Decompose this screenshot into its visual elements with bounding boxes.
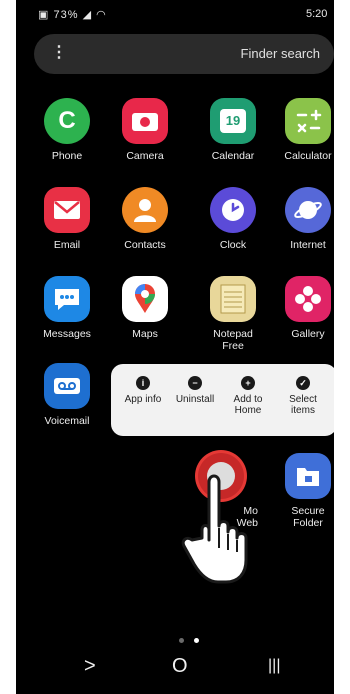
app-label: Calculator <box>284 150 332 162</box>
uninstall-icon: − <box>188 376 202 390</box>
navigation-bar: > O ||| <box>16 652 334 680</box>
app-info-icon: i <box>136 376 150 390</box>
battery-text: 73% <box>53 9 79 21</box>
app-contacts[interactable]: Contacts <box>108 187 182 251</box>
recents-button[interactable]: ||| <box>268 652 280 680</box>
app-label: Contacts <box>124 239 166 251</box>
app-notepad-free[interactable]: Notepad Free <box>196 276 270 352</box>
calculator-icon <box>285 98 331 144</box>
camera-icon <box>122 98 168 144</box>
app-gallery[interactable]: Gallery <box>271 276 334 340</box>
page-dot[interactable] <box>179 638 184 643</box>
wifi-icon: ◠ <box>96 9 107 21</box>
app-phone[interactable]: C Phone <box>30 98 104 162</box>
more-options-icon[interactable]: ⋮ <box>51 44 67 62</box>
app-secure-folder[interactable]: Secure Folder <box>271 453 334 529</box>
lock-icon: ▣ <box>38 9 50 21</box>
phone-screen: ▣ 73% ◢ ◠ 5:20 ⋮ Finder search Calculato… <box>16 0 334 694</box>
menu-option-label: Add to Home <box>233 394 263 416</box>
add-home-icon: + <box>241 376 255 390</box>
gallery-icon <box>285 276 331 322</box>
app-label: Internet <box>290 239 326 251</box>
app-camera[interactable]: Camera <box>108 98 182 162</box>
signal-icon: ◢ <box>82 9 93 21</box>
app-label: Camera <box>126 150 164 162</box>
status-icons: ▣ 73% ◢ ◠ <box>38 8 107 21</box>
app-label: Gallery <box>291 328 325 340</box>
back-button[interactable]: > <box>84 652 96 680</box>
app-label: Secure Folder <box>291 505 325 529</box>
app-context-menu: ✓ Select items + Add to Home − Uninstall… <box>111 364 334 436</box>
app-internet[interactable]: Internet <box>271 187 334 251</box>
menu-option-label: App info <box>124 394 162 405</box>
app-label: Messages <box>43 328 91 340</box>
status-bar: ▣ 73% ◢ ◠ 5:20 <box>16 8 334 22</box>
voicemail-icon <box>44 363 90 409</box>
app-label: Maps <box>132 328 158 340</box>
select-items-option[interactable]: ✓ Select items <box>277 376 329 416</box>
status-time: 5:20 <box>306 8 328 20</box>
app-maps[interactable]: Maps <box>108 276 182 340</box>
app-label: Clock <box>219 239 247 251</box>
app-messages[interactable]: Messages <box>30 276 104 340</box>
contacts-icon <box>122 187 168 233</box>
menu-option-label: Uninstall <box>175 394 215 405</box>
app-calculator[interactable]: Calculator <box>271 98 334 162</box>
search-placeholder: Finder search <box>240 46 320 61</box>
notepad-icon <box>210 276 256 322</box>
messages-icon <box>44 276 90 322</box>
clock-icon <box>210 187 256 233</box>
calendar-icon: 19 <box>210 98 256 144</box>
app-label: Calendar <box>211 150 255 162</box>
page-indicator[interactable] <box>176 630 202 648</box>
app-label: Notepad Free <box>213 328 253 352</box>
app-label: Voicemail <box>44 415 90 427</box>
uninstall-option[interactable]: − Uninstall <box>169 376 221 405</box>
phone-icon: C <box>44 98 90 144</box>
secure-folder-icon <box>285 453 331 499</box>
app-label: Email <box>53 239 81 251</box>
pointing-hand-icon <box>176 468 256 588</box>
maps-icon <box>122 276 168 322</box>
home-button[interactable]: O <box>172 652 188 680</box>
app-calendar[interactable]: 19 Calendar <box>196 98 270 162</box>
app-info-option[interactable]: i App info <box>117 376 169 405</box>
add-to-home-option[interactable]: + Add to Home <box>222 376 274 416</box>
app-label: Phone <box>51 150 83 162</box>
app-voicemail[interactable]: Voicemail <box>30 363 104 427</box>
email-icon <box>44 187 90 233</box>
app-email[interactable]: Email <box>30 187 104 251</box>
menu-option-label: Select items <box>289 394 317 416</box>
app-clock[interactable]: Clock <box>196 187 270 251</box>
internet-icon <box>285 187 331 233</box>
finder-search-bar[interactable]: ⋮ Finder search <box>34 34 334 74</box>
page-dot-active[interactable] <box>194 638 200 643</box>
select-items-icon: ✓ <box>296 376 310 390</box>
